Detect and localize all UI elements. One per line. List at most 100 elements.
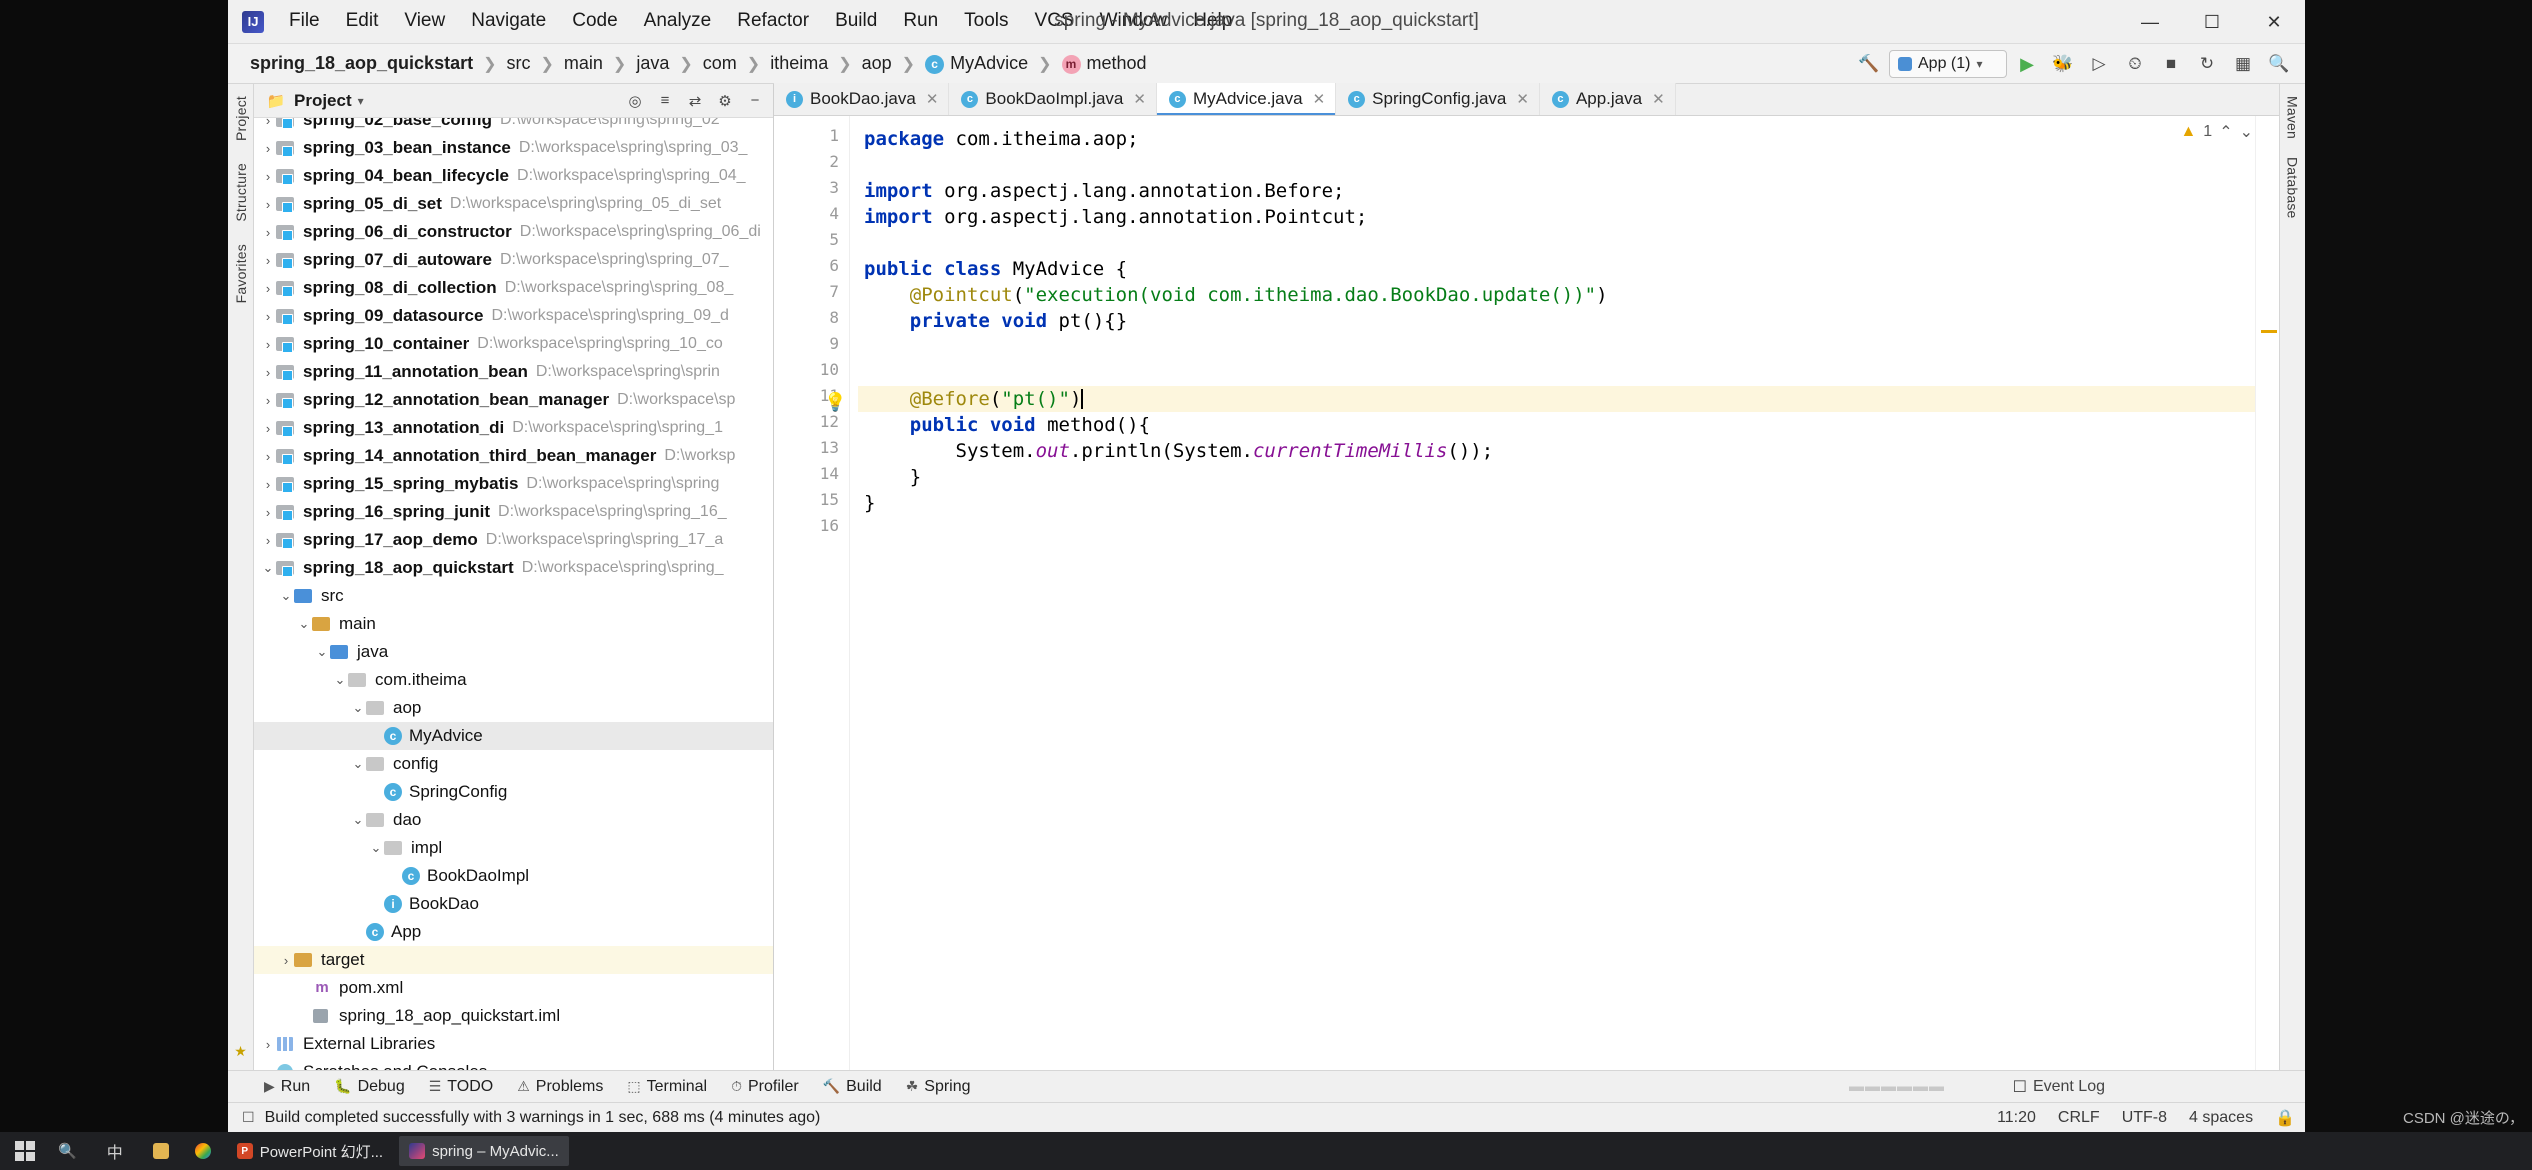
tree-item[interactable]: m pom.xml xyxy=(254,974,773,1002)
code-line[interactable] xyxy=(858,152,2255,178)
chevron-down-icon[interactable]: ⌄ xyxy=(350,700,366,716)
tree-item[interactable]: › spring_17_aop_demo D:\workspace\spring\s… xyxy=(254,526,773,554)
editor-tab[interactable]: c MyAdvice.java ✕ xyxy=(1156,83,1337,115)
tree-item[interactable]: ⌄ spring_18_aop_quickstart D:\workspace\sp… xyxy=(254,554,773,582)
coverage-icon[interactable]: ▷ xyxy=(2083,48,2115,80)
breadcrumb-item-itheima[interactable]: itheima xyxy=(766,51,832,76)
menu-navigate[interactable]: Navigate xyxy=(458,7,559,36)
tree-item[interactable]: › External Libraries xyxy=(254,1030,773,1058)
tree-item[interactable]: ⌄ aop xyxy=(254,694,773,722)
editor-tab[interactable]: c App.java ✕ xyxy=(1539,83,1676,115)
chevron-down-icon[interactable]: ▾ xyxy=(358,94,364,108)
maximize-button[interactable]: ☐ xyxy=(2181,0,2243,44)
chevron-down-icon[interactable]: ⌄ xyxy=(2240,122,2253,142)
code-line[interactable]: @Before("pt()") xyxy=(858,386,2255,412)
close-icon[interactable]: ✕ xyxy=(1313,90,1326,108)
close-icon[interactable]: ✕ xyxy=(1133,90,1146,108)
chevron-right-icon[interactable]: › xyxy=(260,337,276,352)
taskbar-chrome-icon[interactable] xyxy=(185,1136,221,1166)
tree-item[interactable]: c SpringConfig xyxy=(254,778,773,806)
taskbar-ime-indicator[interactable]: 中 xyxy=(93,1136,137,1166)
tree-item[interactable]: › spring_09_datasource D:\workspace\spring… xyxy=(254,302,773,330)
target-icon[interactable]: ◎ xyxy=(623,89,647,113)
tree-item[interactable]: ⌄ com.itheima xyxy=(254,666,773,694)
breadcrumb-item-aop[interactable]: aop xyxy=(858,51,896,76)
tree-item[interactable]: ⌄ java xyxy=(254,638,773,666)
sidebar-item-structure[interactable]: Structure xyxy=(233,159,249,226)
debug-icon[interactable]: 🐝 xyxy=(2047,48,2079,80)
code-line[interactable]: private void pt(){} xyxy=(858,308,2255,334)
layout-icon[interactable]: ▦ xyxy=(2227,48,2259,80)
search-icon[interactable]: 🔍 xyxy=(2263,48,2295,80)
chevron-right-icon[interactable]: › xyxy=(260,421,276,436)
minimize-icon[interactable]: − xyxy=(743,89,767,113)
tree-item[interactable]: › spring_13_annotation_di D:\workspace\spr… xyxy=(254,414,773,442)
menu-run[interactable]: Run xyxy=(890,7,951,36)
tree-item[interactable]: ⌄ dao xyxy=(254,806,773,834)
tree-item[interactable]: i BookDao xyxy=(254,890,773,918)
chevron-right-icon[interactable]: › xyxy=(260,533,276,548)
tree-item[interactable]: › spring_07_di_autoware D:\workspace\sprin… xyxy=(254,246,773,274)
code-line[interactable] xyxy=(858,516,2255,542)
run-configuration-selector[interactable]: App (1) ▾ xyxy=(1889,50,2007,78)
bottom-tool-debug[interactable]: 🐛 Debug xyxy=(334,1078,405,1096)
close-button[interactable]: ✕ xyxy=(2243,0,2305,44)
bottom-tool-terminal[interactable]: ⬚ Terminal xyxy=(627,1078,707,1096)
code-line[interactable]: import org.aspectj.lang.annotation.Befor… xyxy=(858,178,2255,204)
source-code[interactable]: package com.itheima.aop; import org.aspec… xyxy=(850,116,2255,1070)
taskbar-item-powerpoint[interactable]: P PowerPoint 幻灯... xyxy=(227,1136,393,1166)
menu-help[interactable]: Help xyxy=(1180,7,1245,36)
error-stripe[interactable] xyxy=(2255,116,2279,1070)
chevron-right-icon[interactable]: › xyxy=(260,169,276,184)
taskbar-item-intellij[interactable]: spring – MyAdvic... xyxy=(399,1136,569,1166)
code-line[interactable] xyxy=(858,230,2255,256)
tree-item[interactable]: › spring_04_bean_lifecycle D:\workspace\sp… xyxy=(254,162,773,190)
tree-item[interactable]: ⌄ impl xyxy=(254,834,773,862)
code-line[interactable]: package com.itheima.aop; xyxy=(858,126,2255,152)
menu-edit[interactable]: Edit xyxy=(333,7,392,36)
chevron-right-icon[interactable]: › xyxy=(260,225,276,240)
sidebar-item-database[interactable]: Database xyxy=(2285,153,2301,223)
chevron-right-icon[interactable]: › xyxy=(260,477,276,492)
code-editor[interactable]: 1 2 3 4 5 6 7 8 9 10 11 12 13 14 15 16 💡 package com.it… xyxy=(774,116,2279,1070)
tree-item[interactable]: › spring_16_spring_junit D:\workspace\spri… xyxy=(254,498,773,526)
menu-code[interactable]: Code xyxy=(559,7,630,36)
breadcrumb-item-module[interactable]: spring_18_aop_quickstart xyxy=(246,51,477,76)
tree-item[interactable]: › spring_02_base_config D:\workspace\sprin… xyxy=(254,118,773,134)
minimize-button[interactable]: — xyxy=(2119,0,2181,44)
caret-position[interactable]: 11:20 xyxy=(1997,1109,2036,1127)
menu-tools[interactable]: Tools xyxy=(951,7,1021,36)
update-icon[interactable]: ↻ xyxy=(2191,48,2223,80)
code-line[interactable] xyxy=(858,334,2255,360)
indent-setting[interactable]: 4 spaces xyxy=(2189,1109,2253,1127)
tree-item[interactable]: › spring_12_annotation_bean_manager D:\wor… xyxy=(254,386,773,414)
editor-tab[interactable]: c BookDaoImpl.java ✕ xyxy=(949,83,1157,115)
code-line[interactable]: import org.aspectj.lang.annotation.Point… xyxy=(858,204,2255,230)
menu-refactor[interactable]: Refactor xyxy=(724,7,822,36)
menu-window[interactable]: Window xyxy=(1087,7,1181,36)
code-line[interactable]: public void method(){ xyxy=(858,412,2255,438)
stop-icon[interactable]: ■ xyxy=(2155,48,2187,80)
tree-item[interactable]: c App xyxy=(254,918,773,946)
chevron-right-icon[interactable]: › xyxy=(260,449,276,464)
tree-item[interactable]: › spring_06_di_constructor D:\workspace\sp… xyxy=(254,218,773,246)
tree-item[interactable]: › spring_05_di_set D:\workspace\spring\spr… xyxy=(254,190,773,218)
chevron-down-icon[interactable]: ⌄ xyxy=(350,812,366,828)
sidebar-item-project[interactable]: Project xyxy=(233,92,249,145)
sidebar-item-favorites[interactable]: Favorites xyxy=(233,240,249,307)
bottom-tool-run[interactable]: ▶ Run xyxy=(264,1078,310,1096)
tree-item[interactable]: c BookDaoImpl xyxy=(254,862,773,890)
breadcrumb-item-java[interactable]: java xyxy=(632,51,673,76)
tree-item[interactable]: › spring_11_annotation_bean D:\workspace\s… xyxy=(254,358,773,386)
chevron-right-icon[interactable]: › xyxy=(260,281,276,296)
bottom-tool-spring[interactable]: ☘ Spring xyxy=(906,1078,971,1096)
chevron-down-icon[interactable]: ⌄ xyxy=(350,756,366,772)
chevron-right-icon[interactable]: › xyxy=(260,118,276,128)
inspection-widget[interactable]: ▲ 1 ⌃ ⌄ xyxy=(2180,122,2253,142)
build-hammer-icon[interactable]: 🔨 xyxy=(1853,48,1885,80)
gear-icon[interactable]: ⚙ xyxy=(713,89,737,113)
intention-bulb-icon[interactable]: 💡 xyxy=(824,392,846,413)
editor-tab[interactable]: c SpringConfig.java ✕ xyxy=(1336,83,1540,115)
tree-item[interactable]: › spring_08_di_collection D:\workspace\spr… xyxy=(254,274,773,302)
bottom-tool-todo[interactable]: ☰ TODO xyxy=(429,1078,494,1096)
